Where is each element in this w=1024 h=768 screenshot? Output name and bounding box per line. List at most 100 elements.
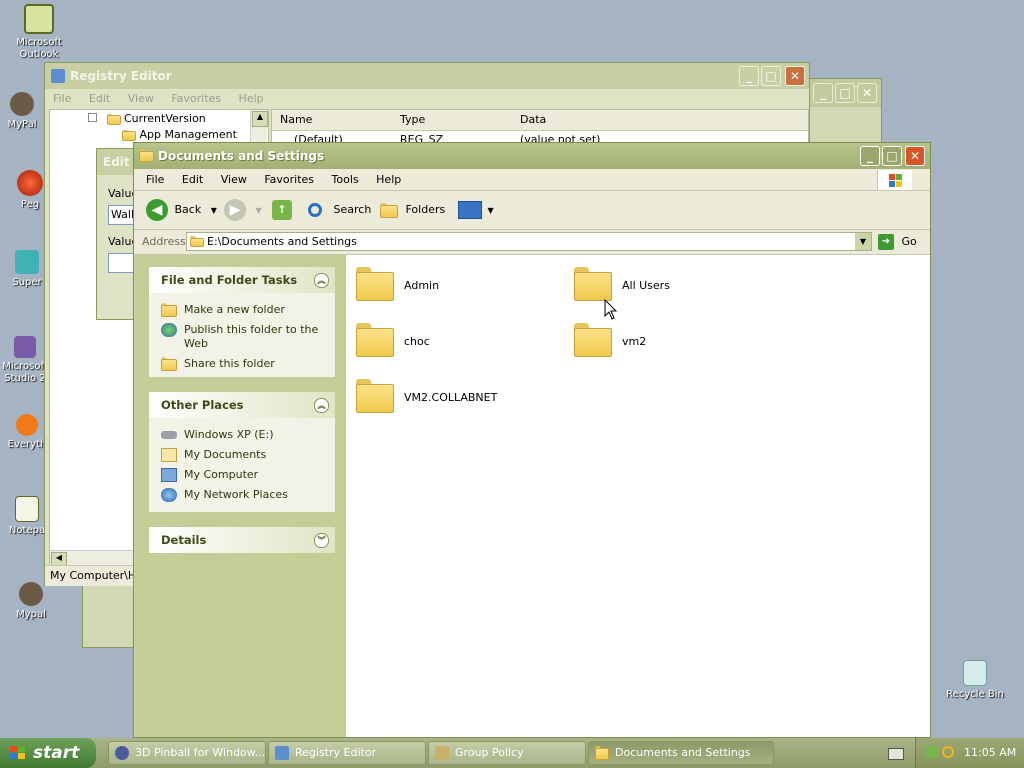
menu-file[interactable]: File — [53, 92, 71, 105]
address-input[interactable]: E:\Documents and Settings ▼ — [186, 232, 872, 251]
make-new-folder-link[interactable]: Make a new folder — [149, 303, 335, 317]
close-button[interactable]: ✕ — [857, 83, 877, 103]
network-icon — [161, 488, 177, 502]
expand-chevron-icon[interactable]: ︾ — [314, 533, 329, 548]
collapse-chevron-icon[interactable]: ︽ — [314, 273, 329, 288]
group-policy-icon — [435, 746, 449, 760]
my-computer-link[interactable]: My Computer — [149, 468, 335, 482]
windows-xp-drive-link[interactable]: Windows XP (E:) — [149, 428, 335, 442]
raccoon-icon — [19, 582, 43, 606]
views-icon — [458, 201, 482, 219]
my-documents-link[interactable]: My Documents — [149, 448, 335, 462]
search-icon — [308, 203, 322, 217]
desktop-icon-mypal-2[interactable]: Mypal — [8, 582, 54, 621]
go-button[interactable]: ➜ Go — [878, 233, 917, 251]
minimize-button[interactable]: _ — [739, 66, 759, 86]
scroll-left-arrow-icon[interactable]: ◀ — [51, 552, 67, 566]
close-button[interactable]: ✕ — [905, 146, 925, 166]
search-tray-icon[interactable] — [942, 746, 954, 758]
column-type[interactable]: Type — [400, 110, 425, 130]
documents-toolbar: ◀ Back ▼ ▶ ▼ ↑ Search Folders ▼ — [134, 191, 930, 230]
maximize-button[interactable]: □ — [882, 146, 902, 166]
registry-titlebar[interactable]: Registry Editor _ □ ✕ — [45, 63, 809, 89]
desktop-icon-mypal[interactable]: MyPal — [2, 92, 42, 131]
tree-label: App Management — [139, 128, 237, 141]
documents-menubar: File Edit View Favorites Tools Help — [134, 169, 930, 191]
my-network-places-link[interactable]: My Network Places — [149, 488, 335, 502]
views-button[interactable]: ▼ — [458, 199, 494, 221]
share-folder-link[interactable]: Share this folder — [149, 357, 335, 371]
task-registry-editor[interactable]: Registry Editor — [268, 741, 426, 765]
scroll-up-arrow-icon[interactable]: ▲ — [252, 111, 268, 127]
notepad-icon — [15, 496, 39, 522]
publish-folder-link[interactable]: Publish this folder to the Web — [149, 323, 335, 351]
forward-button[interactable]: ▶ ▼ — [224, 199, 262, 221]
folder-icon — [356, 379, 394, 413]
minimize-button[interactable]: _ — [860, 146, 880, 166]
details-header[interactable]: Details ︾ — [149, 527, 335, 553]
go-label: Go — [901, 235, 917, 248]
back-label: Back — [174, 203, 202, 216]
other-places-panel: Other Places ︽ Windows XP (E:) My Docume… — [149, 392, 335, 512]
clock: 11:05 AM — [964, 746, 1017, 759]
taskbar: start 3D Pinball for Window... Registry … — [0, 738, 1024, 768]
column-data[interactable]: Data — [520, 110, 546, 130]
forward-arrow-icon: ▶ — [224, 199, 246, 221]
chevron-down-icon: ▼ — [255, 206, 262, 215]
address-value: E:\Documents and Settings — [207, 235, 357, 248]
desktop-icon-studio[interactable]: Microsoft Studio 2 — [0, 336, 50, 385]
folder-icon — [356, 267, 394, 301]
folder-content[interactable]: Admin All Users choc vm2 VM2.COLLABNET — [346, 255, 930, 737]
tree-node-currentversion[interactable]: CurrentVersion — [88, 112, 206, 125]
menu-file[interactable]: File — [146, 173, 164, 186]
registry-icon — [275, 746, 289, 760]
tree-node-app-management[interactable]: App Management — [122, 128, 237, 141]
start-button[interactable]: start — [0, 738, 96, 768]
desktop-icon-notepad[interactable]: Notepa — [6, 496, 48, 537]
menu-edit[interactable]: Edit — [182, 173, 203, 186]
maximize-button[interactable]: □ — [835, 83, 855, 103]
folder-item-vm2[interactable]: vm2 — [574, 323, 734, 363]
menu-favorites[interactable]: Favorites — [171, 92, 221, 105]
task-documents-and-settings[interactable]: Documents and Settings — [588, 741, 774, 765]
folder-icon — [574, 267, 612, 301]
share-folder-icon — [161, 357, 177, 371]
column-name[interactable]: Name — [280, 110, 312, 130]
menu-help[interactable]: Help — [376, 173, 401, 186]
menu-view[interactable]: View — [128, 92, 154, 105]
documents-titlebar[interactable]: Documents and Settings _ □ ✕ — [134, 143, 930, 169]
documents-window[interactable]: Documents and Settings _ □ ✕ File Edit V… — [133, 142, 931, 738]
address-dropdown-icon[interactable]: ▼ — [855, 233, 871, 250]
folder-item-vm2-collabnet[interactable]: VM2.COLLABNET — [356, 379, 556, 419]
drive-icon — [161, 431, 177, 439]
folder-icon — [122, 129, 136, 141]
network-tray-icon[interactable] — [926, 746, 938, 758]
search-button[interactable]: Search — [308, 199, 371, 221]
folder-item-all-users[interactable]: All Users — [574, 267, 734, 307]
folders-button[interactable]: Folders — [380, 199, 445, 221]
close-button[interactable]: ✕ — [785, 66, 805, 86]
keyboard-icon[interactable] — [888, 748, 904, 760]
back-button[interactable]: ◀ Back ▼ — [146, 199, 217, 221]
menu-tools[interactable]: Tools — [332, 173, 359, 186]
address-bar: Address E:\Documents and Settings ▼ ➜ Go — [134, 230, 930, 255]
menu-help[interactable]: Help — [239, 92, 264, 105]
folder-item-choc[interactable]: choc — [356, 323, 516, 363]
menu-edit[interactable]: Edit — [89, 92, 110, 105]
menu-view[interactable]: View — [221, 173, 247, 186]
minimize-button[interactable]: _ — [813, 83, 833, 103]
maximize-button[interactable]: □ — [761, 66, 781, 86]
other-places-header[interactable]: Other Places ︽ — [149, 392, 335, 418]
file-folder-tasks-header[interactable]: File and Folder Tasks ︽ — [149, 267, 335, 293]
menu-favorites[interactable]: Favorites — [264, 173, 314, 186]
folders-icon — [380, 202, 398, 218]
collapse-chevron-icon[interactable]: ︽ — [314, 398, 329, 413]
task-pinball[interactable]: 3D Pinball for Window... — [108, 741, 266, 765]
folder-item-admin[interactable]: Admin — [356, 267, 516, 307]
up-button[interactable]: ↑ — [272, 199, 292, 221]
edit-dialog-title: Edit — [103, 155, 130, 169]
desktop-icon-recycle-bin[interactable]: Recycle Bin — [944, 660, 1006, 701]
desktop-icon-outlook[interactable]: Microsoft Outlook — [9, 4, 69, 61]
task-group-policy[interactable]: Group Policy — [428, 741, 586, 765]
system-tray: 11:05 AM — [915, 738, 1024, 768]
